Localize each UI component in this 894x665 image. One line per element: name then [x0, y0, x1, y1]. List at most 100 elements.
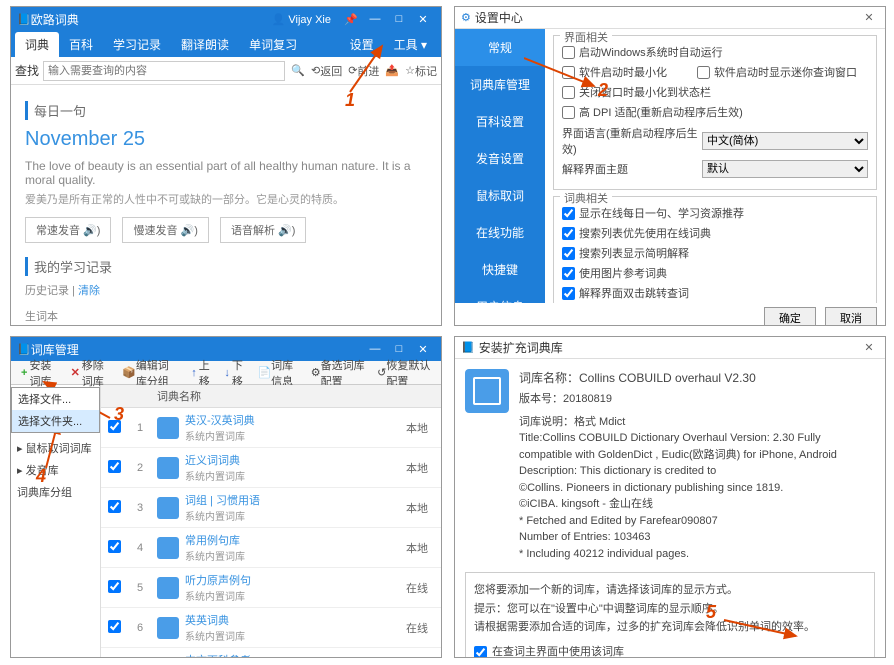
app-icon: 📘 — [17, 343, 31, 356]
tools-link[interactable]: 工具 ▾ — [384, 32, 437, 57]
chk-hidpi[interactable]: 高 DPI 适配(重新启动程序后生效) — [562, 104, 743, 120]
voice-analyze-button[interactable]: 语音解析 🔊) — [220, 217, 306, 243]
nav-mark[interactable]: ☆ 标记 — [405, 63, 437, 79]
annotation-arrow-2 — [524, 52, 624, 92]
menu-select-folder[interactable]: 选择文件夹... — [12, 410, 99, 432]
dict-icon — [157, 457, 179, 479]
annotation-2: 2 — [598, 80, 608, 101]
pin-icon[interactable]: 📌 — [339, 13, 363, 26]
tree-dict-groups[interactable]: 词典库分组 — [17, 481, 94, 503]
chk-mini-window[interactable]: 软件启动时显示迷你查询窗口 — [697, 64, 857, 80]
app-icon: 📘 — [17, 13, 31, 26]
dict-row[interactable]: 4常用例句库系统内置词库本地 — [101, 528, 441, 568]
dict-group: 词典相关 显示在线每日一句、学习资源推荐 搜索列表优先使用在线词典 搜索列表显示… — [553, 196, 877, 303]
chk-picture-dict[interactable]: 使用图片参考词典 — [562, 265, 667, 281]
menu-select-file[interactable]: 选择文件... — [12, 388, 99, 410]
tab-translate[interactable]: 翻译朗读 — [171, 32, 239, 57]
titlebar: 📘 安装扩充词典库 ✕ — [455, 337, 885, 359]
normal-speed-button[interactable]: 常速发音 🔊) — [25, 217, 111, 243]
theme-select[interactable]: 默认 — [702, 160, 868, 178]
ui-lang-select[interactable]: 中文(简体) — [702, 132, 868, 150]
chk-show-daily[interactable]: 显示在线每日一句、学习资源推荐 — [562, 205, 744, 221]
tab-study-record[interactable]: 学习记录 — [103, 32, 171, 57]
chk-brief[interactable]: 搜索列表显示简明解释 — [562, 245, 689, 261]
daily-date: November 25 — [25, 128, 427, 151]
row-index: 3 — [127, 502, 153, 514]
dict-row[interactable]: 3词组 | 习惯用语系统内置词库本地 — [101, 488, 441, 528]
gear-icon: ⚙ — [461, 11, 471, 24]
settings-center-window: ⚙ 设置中心 ✕ 常规 词典库管理 百科设置 发音设置 鼠标取词 在线功能 快捷… — [454, 6, 886, 326]
app-icon: 📘 — [461, 341, 475, 354]
annotation-1: 1 — [345, 90, 355, 111]
dict-icon — [157, 577, 179, 599]
row-checkbox[interactable] — [108, 500, 121, 513]
dict-row[interactable]: 1英汉-汉英词典系统内置词库本地 — [101, 408, 441, 448]
tab-encyclopedia[interactable]: 百科 — [59, 32, 103, 57]
dict-location: 本地 — [393, 540, 441, 556]
clear-history-link[interactable]: 清除 — [78, 285, 100, 297]
theme-label: 解释界面主题 — [562, 161, 702, 177]
dict-location: 在线 — [393, 580, 441, 596]
group-label: 词典相关 — [560, 190, 612, 206]
row-index: 4 — [127, 542, 153, 554]
move-up-button[interactable]: ↑上移 — [185, 357, 218, 389]
ok-button[interactable]: 确定 — [764, 307, 816, 326]
dict-name: 听力原声例句 — [185, 572, 251, 588]
slow-speed-button[interactable]: 慢速发音 🔊) — [122, 217, 208, 243]
close-icon[interactable]: ✕ — [859, 341, 879, 354]
dict-sub: 系统内置词库 — [185, 508, 260, 523]
sidebar-item-mouse-pick[interactable]: 鼠标取词 — [455, 177, 545, 214]
titlebar: 📘 欧路词典 👤 Vijay Xie 📌 — □ ✕ — [11, 7, 441, 31]
chk-online-first[interactable]: 搜索列表优先使用在线词典 — [562, 225, 711, 241]
ui-lang-label: 界面语言(重新启动程序后生效) — [562, 125, 702, 157]
cancel-button[interactable]: 取消 — [825, 307, 877, 326]
dict-sidebar: 选择文件... 选择文件夹... ▸ 鼠标取词词库 ▸ 发音库 词典库分组 — [11, 385, 101, 657]
close-icon[interactable]: ✕ — [859, 11, 879, 24]
history-row: 历史记录 | 清除 — [25, 282, 427, 298]
dict-location: 本地 — [393, 500, 441, 516]
row-index: 5 — [127, 582, 153, 594]
dict-info: 词库名称：Collins COBUILD overhaul V2.30 版本号：… — [455, 359, 885, 572]
dict-icon — [157, 417, 179, 439]
minimize-icon[interactable]: — — [363, 343, 387, 355]
dict-row[interactable]: 2近义词词典系统内置词库本地 — [101, 448, 441, 488]
search-input[interactable] — [43, 61, 285, 81]
chk-dblclick-jump[interactable]: 解释界面双击跳转查词 — [562, 285, 689, 301]
dict-location: 本地 — [393, 460, 441, 476]
install-dropdown-menu: 选择文件... 选择文件夹... — [11, 387, 100, 433]
row-checkbox[interactable] — [108, 460, 121, 473]
maximize-icon[interactable]: □ — [387, 13, 411, 25]
dict-info-button[interactable]: 📄 词库信息 — [251, 357, 304, 389]
daily-quote-zh: 爱美乃是所有正常的人性中不可或缺的一部分。它是心灵的特质。 — [25, 191, 427, 207]
close-icon[interactable]: ✕ — [411, 13, 435, 26]
sidebar-item-wiki[interactable]: 百科设置 — [455, 103, 545, 140]
row-index: 6 — [127, 622, 153, 634]
row-checkbox[interactable] — [108, 620, 121, 633]
app-title: 欧路词典 — [31, 11, 272, 28]
dict-row[interactable]: 6英英词典系统内置词库在线 — [101, 608, 441, 648]
dict-row[interactable]: 7中文百科参考中文百科参考规，注意：本词库为在线词典，查找时需要联网。在线 — [101, 648, 441, 657]
chk-use-main[interactable]: 在查词主界面中使用该词库 — [474, 643, 866, 658]
content-area: 每日一句 November 25 The love of beauty is a… — [11, 85, 441, 326]
search-go-icon[interactable]: 🔍 — [291, 64, 305, 77]
minimize-icon[interactable]: — — [363, 13, 387, 25]
maximize-icon[interactable]: □ — [387, 343, 411, 355]
tab-review[interactable]: 单词复习 — [239, 32, 307, 57]
alt-config-button[interactable]: ⚙ 备选词库配置 — [305, 357, 371, 389]
dict-row[interactable]: 5听力原声例句系统内置词库在线 — [101, 568, 441, 608]
sidebar-item-hotkey[interactable]: 快捷键 — [455, 251, 545, 288]
row-checkbox[interactable] — [108, 580, 121, 593]
dict-icon — [157, 537, 179, 559]
dict-sub: 系统内置词库 — [185, 628, 245, 643]
dict-name: 近义词词典 — [185, 452, 245, 468]
tab-dictionary[interactable]: 词典 — [15, 32, 59, 57]
sidebar-item-online[interactable]: 在线功能 — [455, 214, 545, 251]
hint-1: 您将要添加一个新的词库，请选择该词库的显示方式。 — [474, 581, 866, 600]
row-checkbox[interactable] — [108, 540, 121, 553]
user-label[interactable]: 👤 Vijay Xie — [272, 13, 331, 26]
sidebar-item-pronunciation[interactable]: 发音设置 — [455, 140, 545, 177]
sidebar-item-userinfo[interactable]: 用户信息 — [455, 288, 545, 325]
close-icon[interactable]: ✕ — [411, 343, 435, 356]
restore-default-button[interactable]: ↺ 恢复默认配置 — [371, 357, 437, 389]
move-down-button[interactable]: ↓下移 — [218, 357, 251, 389]
